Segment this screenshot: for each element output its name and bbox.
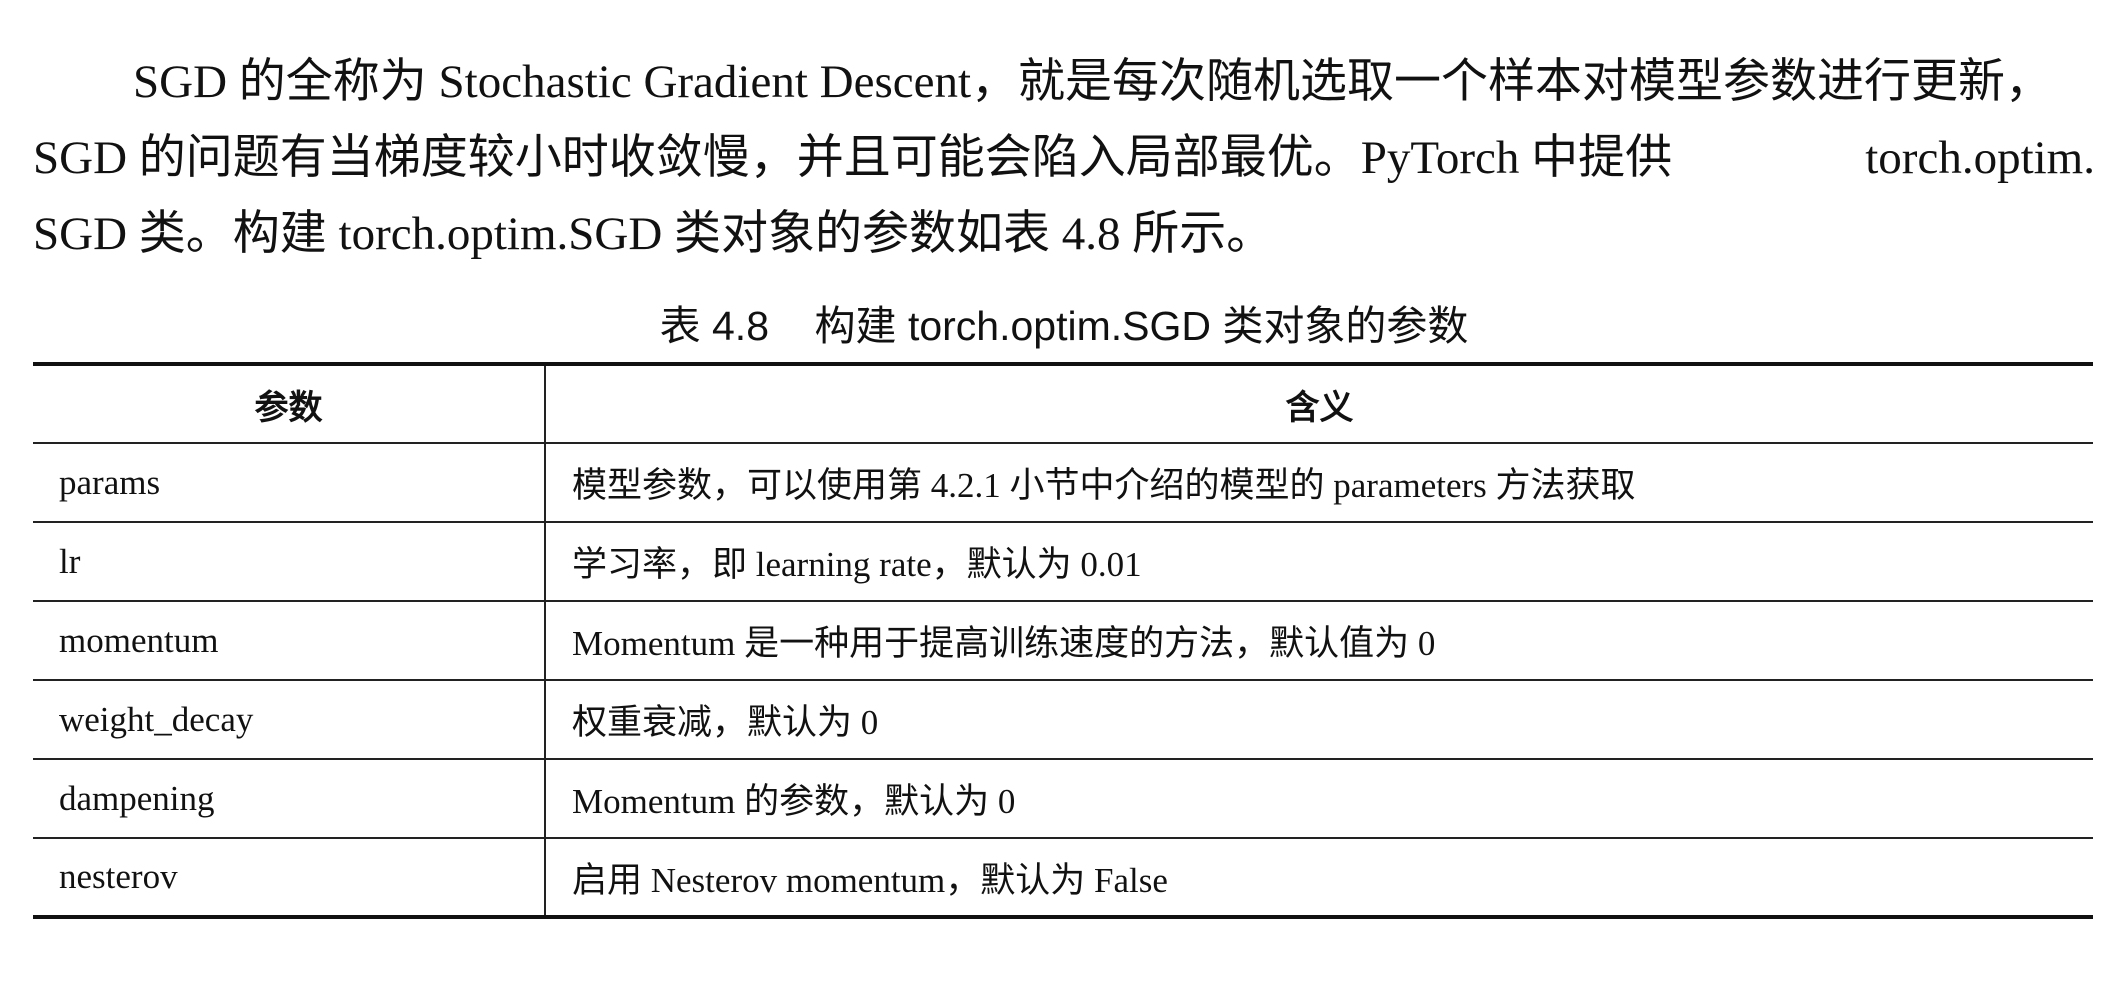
paragraph-line-2-end: torch.optim.: [1865, 132, 2095, 184]
table-row: params 模型参数，可以使用第 4.2.1 小节中介绍的模型的 parame…: [33, 442, 2093, 523]
table-row: lr 学习率，即 learning rate，默认为 0.01: [33, 521, 2093, 602]
param-description: 模型参数，可以使用第 4.2.1 小节中介绍的模型的 parameters 方法…: [545, 442, 2093, 523]
param-name: params: [33, 442, 546, 523]
document-page: SGD 的全称为 Stochastic Gradient Descent，就是每…: [0, 0, 2128, 982]
paragraph-line-2-text: SGD 的问题有当梯度较小时收敛慢，并且可能会陷入局部最优。PyTorch 中提…: [33, 132, 1673, 184]
param-name: dampening: [33, 758, 546, 839]
body-paragraph: SGD 的全称为 Stochastic Gradient Descent，就是每…: [33, 44, 2095, 272]
param-name: nesterov: [33, 837, 546, 919]
table-header-row: 参数 含义: [33, 362, 2093, 444]
table-row: dampening Momentum 的参数，默认为 0: [33, 758, 2093, 839]
table-caption: 表 4.8 构建 torch.optim.SGD 类对象的参数: [659, 303, 1469, 349]
table-row: momentum Momentum 是一种用于提高训练速度的方法，默认值为 0: [33, 600, 2093, 681]
table-row: weight_decay 权重衰减，默认为 0: [33, 679, 2093, 760]
param-description: Momentum 是一种用于提高训练速度的方法，默认值为 0: [545, 600, 2093, 681]
param-description: 权重衰减，默认为 0: [545, 679, 2093, 760]
param-name: momentum: [33, 600, 546, 681]
param-description: Momentum 的参数，默认为 0: [545, 758, 2093, 839]
param-description: 启用 Nesterov momentum，默认为 False: [545, 837, 2093, 919]
table-row: nesterov 启用 Nesterov momentum，默认为 False: [33, 837, 2093, 919]
header-param: 参数: [33, 362, 546, 444]
param-name: lr: [33, 521, 546, 602]
param-name: weight_decay: [33, 679, 546, 760]
paragraph-line-3: SGD 类。构建 torch.optim.SGD 类对象的参数如表 4.8 所示…: [33, 208, 1274, 260]
parameters-table: 参数 含义 params 模型参数，可以使用第 4.2.1 小节中介绍的模型的 …: [33, 362, 2093, 919]
header-meaning: 含义: [545, 362, 2093, 444]
paragraph-line-1: SGD 的全称为 Stochastic Gradient Descent，就是每…: [133, 56, 2053, 108]
paragraph-line-2: SGD 的问题有当梯度较小时收敛慢，并且可能会陷入局部最优。PyTorch 中提…: [33, 120, 2095, 196]
param-description: 学习率，即 learning rate，默认为 0.01: [545, 521, 2093, 602]
